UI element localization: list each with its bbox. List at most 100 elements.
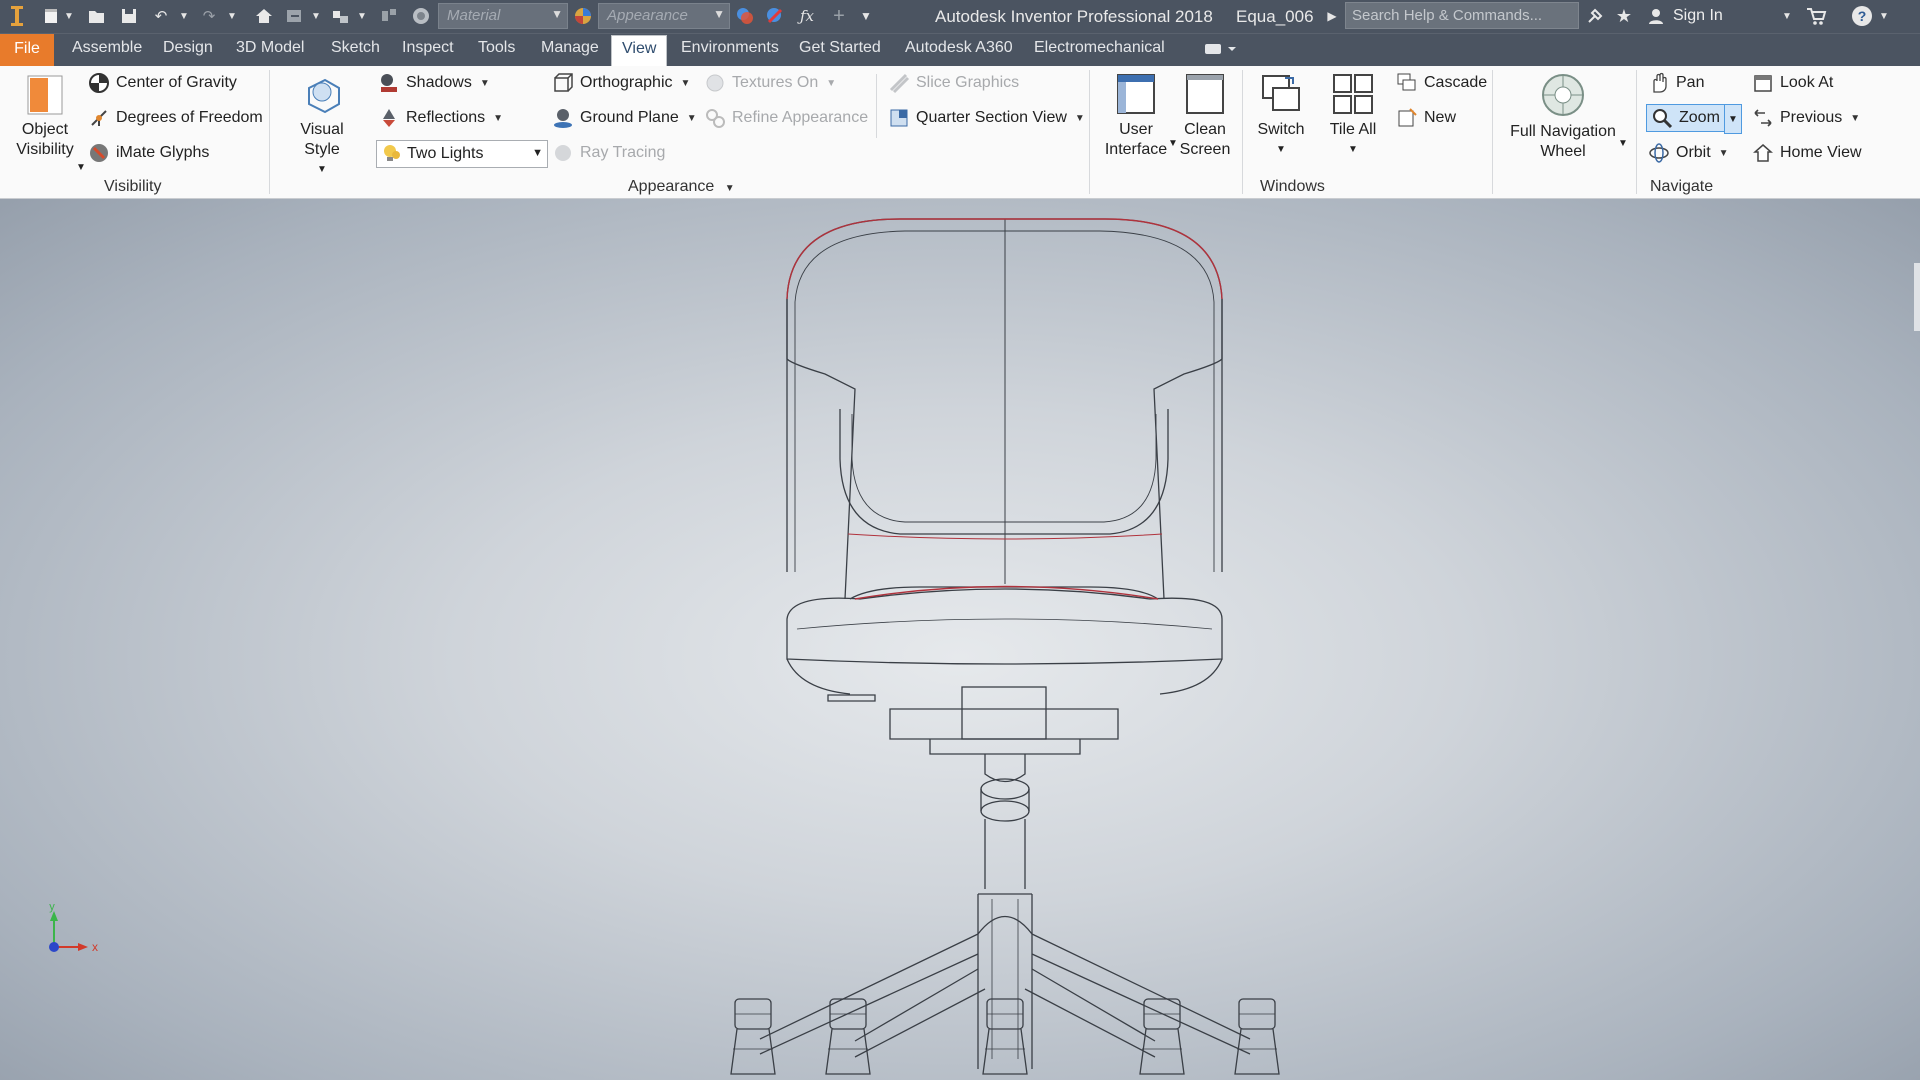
- degrees-of-freedom-button[interactable]: Degrees of Freedom: [88, 107, 263, 129]
- tab-3d-model[interactable]: 3D Model: [236, 39, 304, 57]
- options-icon[interactable]: [378, 5, 400, 27]
- tab-assemble[interactable]: Assemble: [72, 39, 142, 57]
- appearance-dropdown[interactable]: Appearance ▼: [598, 3, 730, 29]
- ray-tracing-label: Ray Tracing: [580, 144, 666, 161]
- undo-icon[interactable]: ↶: [150, 5, 172, 27]
- shadows-icon: [378, 72, 400, 94]
- open-icon[interactable]: [86, 5, 108, 27]
- object-visibility-button[interactable]: Object Visibility: [8, 74, 82, 160]
- material-dropdown[interactable]: Material ▼: [438, 3, 568, 29]
- chair-wireframe-model[interactable]: y x: [0, 199, 1920, 1080]
- caster-foot: [730, 1028, 776, 1075]
- tab-file[interactable]: File: [0, 34, 54, 66]
- cart-icon[interactable]: [1805, 5, 1827, 27]
- tab-autodesk-a360[interactable]: Autodesk A360: [905, 39, 1013, 57]
- center-of-gravity-button[interactable]: Center of Gravity: [88, 72, 237, 94]
- tab-electromechanical[interactable]: Electromechanical: [1034, 39, 1165, 57]
- refine-appearance-button[interactable]: Refine Appearance: [704, 107, 868, 129]
- imate-glyphs-button[interactable]: iMate Glyphs: [88, 142, 209, 164]
- plus-icon[interactable]: +: [828, 5, 850, 27]
- zoom-button[interactable]: Zoom: [1646, 104, 1725, 132]
- home-icon[interactable]: [252, 5, 276, 27]
- redo-icon[interactable]: ↷: [198, 5, 220, 27]
- star-icon[interactable]: ★: [1613, 5, 1635, 27]
- help-icon[interactable]: ?: [1850, 5, 1874, 27]
- quarter-section-view-button[interactable]: Quarter Section View ▼: [888, 107, 1085, 129]
- textures-on-button[interactable]: Textures On ▼: [704, 72, 836, 94]
- shadows-button[interactable]: Shadows ▼: [378, 72, 490, 94]
- tab-tools[interactable]: Tools: [478, 39, 515, 57]
- update-icon[interactable]: [284, 5, 306, 27]
- appearance-panel-title[interactable]: Appearance ▼: [628, 178, 735, 196]
- tab-get-started[interactable]: Get Started: [799, 39, 881, 57]
- home-view-button[interactable]: Home View: [1752, 142, 1862, 164]
- zoom-magnifier-icon: [1651, 107, 1673, 129]
- tab-environments[interactable]: Environments: [681, 39, 779, 57]
- visual-style-label: Visual Style: [300, 121, 344, 158]
- previous-view-button[interactable]: Previous ▼: [1752, 107, 1860, 129]
- tab-inspect[interactable]: Inspect: [402, 39, 454, 57]
- cascade-label: Cascade: [1424, 74, 1488, 91]
- ground-plane-button[interactable]: Ground Plane ▼: [552, 107, 697, 129]
- help-dropdown-icon[interactable]: ▼: [1878, 5, 1890, 27]
- undo-dropdown-icon[interactable]: ▼: [178, 5, 190, 27]
- tile-all-button[interactable]: Tile All ▼: [1320, 72, 1386, 160]
- viewport-scrollbar[interactable]: [1914, 263, 1920, 331]
- orbit-button[interactable]: Orbit ▼: [1648, 142, 1729, 164]
- lighting-style-dropdown[interactable]: Two Lights ▼: [376, 140, 548, 168]
- sign-in-link[interactable]: Sign In: [1673, 7, 1723, 25]
- look-at-button[interactable]: Look At: [1752, 72, 1833, 94]
- adjust-appearance-icon[interactable]: [734, 5, 756, 27]
- caster-foot: [1234, 1028, 1280, 1075]
- tab-design[interactable]: Design: [163, 39, 213, 57]
- pan-button[interactable]: Pan: [1648, 72, 1704, 94]
- full-navigation-wheel-button[interactable]: Full Navigation Wheel: [1500, 72, 1626, 162]
- graphics-viewport[interactable]: y x: [0, 199, 1920, 1080]
- color-wheel-icon[interactable]: [572, 5, 594, 27]
- new-icon[interactable]: [40, 5, 62, 27]
- tab-view[interactable]: View: [611, 35, 668, 66]
- object-visibility-label-1: Object: [21, 121, 69, 138]
- globe-icon[interactable]: [410, 5, 432, 27]
- customize-icon[interactable]: ▼: [858, 5, 874, 27]
- redo-dropdown-icon[interactable]: ▼: [226, 5, 238, 27]
- panel-divider: [1089, 70, 1090, 194]
- ribbon-display-toggle-icon[interactable]: [1204, 42, 1238, 61]
- search-options-icon[interactable]: [1584, 5, 1606, 27]
- user-interface-icon: [1100, 72, 1172, 116]
- slice-graphics-button[interactable]: Slice Graphics: [888, 72, 1019, 94]
- fx-icon[interactable]: ƒx: [796, 5, 818, 27]
- switch-button[interactable]: Switch ▼: [1250, 72, 1312, 160]
- cascade-button[interactable]: Cascade: [1396, 72, 1487, 94]
- ray-tracing-button[interactable]: Ray Tracing: [552, 142, 665, 164]
- measure-icon[interactable]: [330, 5, 352, 27]
- user-icon[interactable]: [1645, 5, 1667, 27]
- orthographic-button[interactable]: Orthographic ▼: [552, 72, 690, 94]
- inventor-logo-icon[interactable]: [6, 5, 28, 27]
- reflections-button[interactable]: Reflections ▼: [378, 107, 503, 129]
- tab-sketch[interactable]: Sketch: [331, 39, 380, 57]
- chevron-down-icon[interactable]: ▼: [76, 162, 86, 173]
- expand-arrow-icon[interactable]: ▶: [1325, 5, 1339, 27]
- chevron-down-icon: ▼: [551, 7, 563, 21]
- update-dropdown-icon[interactable]: ▼: [310, 5, 322, 27]
- sign-in-dropdown-icon[interactable]: ▼: [1780, 5, 1794, 27]
- degrees-of-freedom-label: Degrees of Freedom: [116, 109, 263, 126]
- save-icon[interactable]: [118, 5, 140, 27]
- switch-label: Switch: [1257, 121, 1305, 138]
- tab-manage[interactable]: Manage: [541, 39, 599, 57]
- new-window-icon: [1396, 107, 1418, 129]
- refine-appearance-icon: [704, 107, 726, 129]
- new-dropdown-icon[interactable]: ▼: [63, 5, 75, 27]
- clear-override-icon[interactable]: [764, 5, 786, 27]
- measure-dropdown-icon[interactable]: ▼: [356, 5, 368, 27]
- visual-style-button[interactable]: Visual Style ▼: [281, 74, 363, 180]
- view-axis-triad: y x: [49, 901, 98, 954]
- user-interface-button[interactable]: User Interface: [1100, 72, 1172, 160]
- new-window-button[interactable]: New: [1396, 107, 1456, 129]
- search-input[interactable]: Search Help & Commands...: [1345, 2, 1579, 29]
- chevron-down-icon[interactable]: ▼: [1618, 138, 1628, 149]
- clean-screen-button[interactable]: Clean Screen: [1172, 72, 1238, 160]
- panel-divider: [876, 74, 877, 138]
- zoom-dropdown-icon[interactable]: ▼: [1724, 104, 1742, 134]
